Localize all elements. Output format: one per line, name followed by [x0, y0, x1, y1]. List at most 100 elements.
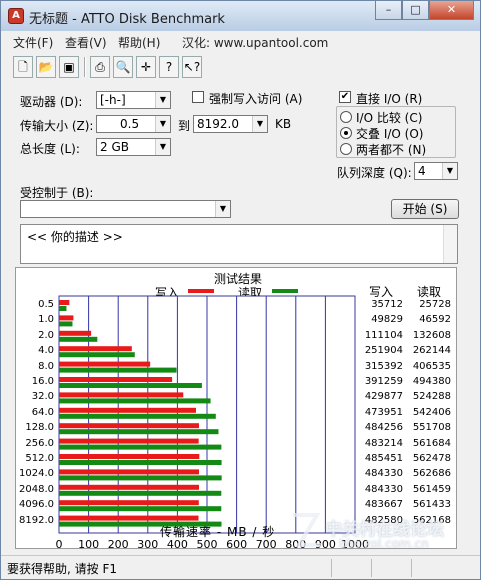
menu-file[interactable]: 文件(F)	[13, 34, 53, 51]
description-memo[interactable]: << 你的描述 >>	[20, 224, 458, 264]
write-value: 251904	[364, 345, 403, 357]
toolbar: 🗋 📂 ▣ ⎙ 🔍 ✛ ? ↖?	[1, 53, 480, 81]
drive-value: [-h-]	[100, 93, 126, 107]
read-bar	[59, 383, 202, 388]
minimize-button[interactable]: –	[375, 1, 402, 20]
read-value: 406535	[412, 360, 451, 372]
menu-help[interactable]: 帮助(H)	[118, 34, 160, 51]
start-button[interactable]: 开始 (S)	[391, 199, 459, 219]
transfer-to-select[interactable]: 8192.0 ▼	[193, 115, 268, 133]
status-separator	[371, 559, 372, 577]
menu-localize[interactable]: 汉化: www.upantool.com	[182, 34, 328, 51]
transfer-size-label: 8.0	[38, 360, 54, 372]
transfer-from-select[interactable]: 0.5 ▼	[96, 115, 171, 133]
total-length-label: 总长度 (L):	[20, 142, 80, 156]
chevron-down-icon: ▼	[442, 163, 457, 179]
print-preview-icon[interactable]: 🔍	[113, 56, 133, 78]
x-axis-title: 传输速率 - MB / 秒	[160, 525, 276, 539]
watermark-logo-icon	[293, 513, 321, 547]
write-value: 484330	[364, 468, 403, 480]
queue-depth-label: 队列深度 (Q):	[337, 166, 412, 180]
title-bar[interactable]: A 无标题 - ATTO Disk Benchmark – □ ✕	[1, 1, 480, 31]
transfer-size-label: 16.0	[31, 376, 54, 387]
read-value: 262144	[412, 345, 451, 357]
read-bar	[59, 413, 216, 419]
x-tick-label: 0	[55, 538, 63, 551]
write-bar	[59, 361, 151, 367]
open-folder-icon[interactable]: 📂	[36, 56, 56, 78]
controlled-by-select[interactable]: ▼	[20, 200, 231, 218]
close-button[interactable]: ✕	[429, 1, 474, 20]
read-value: 46592	[419, 314, 451, 326]
radio-none[interactable]	[340, 143, 352, 155]
write-value: 111104	[364, 329, 403, 341]
x-tick-label: 100	[78, 538, 100, 551]
read-value: 551708	[412, 422, 451, 434]
x-tick-label: 200	[107, 538, 129, 551]
description-text: << 你的描述 >>	[27, 230, 123, 244]
radio-overlap-label: 交叠 I/O (O)	[356, 127, 424, 141]
read-value: 561684	[412, 437, 451, 449]
read-value: 562686	[412, 468, 451, 480]
read-bar	[59, 336, 98, 342]
queue-depth-select[interactable]: 4 ▼	[414, 162, 458, 180]
transfer-size-label: 2.0	[38, 329, 54, 341]
read-value: 561459	[412, 483, 451, 495]
window-title: 无标题 - ATTO Disk Benchmark	[29, 12, 225, 27]
transfer-size-label: 4.0	[38, 345, 54, 357]
read-value: 562478	[412, 453, 451, 464]
drive-select[interactable]: [-h-] ▼	[96, 91, 171, 109]
read-value: 524288	[412, 391, 451, 403]
write-bar	[59, 469, 200, 475]
print-icon[interactable]: ⎙	[90, 56, 110, 78]
context-help-icon[interactable]: ↖?	[182, 56, 202, 78]
write-value: 429877	[364, 391, 403, 403]
queue-depth-value: 4	[418, 164, 426, 178]
read-bar	[59, 490, 222, 496]
transfer-size-label: 32.0	[31, 391, 54, 403]
radio-io-compare[interactable]	[340, 111, 352, 123]
chevron-down-icon: ▼	[155, 116, 170, 132]
read-bar	[59, 398, 211, 404]
read-bar	[59, 352, 135, 358]
write-bar	[59, 300, 70, 305]
radio-none-label: 两者都不 (N)	[356, 143, 427, 157]
write-value: 484330	[364, 483, 403, 495]
force-write-checkbox[interactable]	[192, 91, 204, 103]
status-separator	[411, 559, 412, 577]
read-value: 132608	[412, 329, 451, 341]
status-separator	[331, 559, 332, 577]
read-value: 542406	[412, 406, 451, 418]
direct-io-label: 直接 I/O (R)	[356, 92, 423, 106]
chevron-down-icon: ▼	[155, 92, 170, 108]
menu-view[interactable]: 查看(V)	[65, 34, 107, 51]
new-file-icon[interactable]: 🗋	[13, 56, 33, 78]
read-bar	[59, 429, 219, 435]
kb-label: KB	[275, 117, 292, 131]
write-bar	[59, 346, 132, 352]
write-value: 35712	[371, 299, 403, 310]
read-bar	[59, 460, 222, 465]
save-icon[interactable]: ▣	[59, 56, 79, 78]
write-bar	[59, 423, 199, 429]
transfer-size-label: 传输大小 (Z):	[20, 119, 94, 133]
x-tick-label: 300	[137, 538, 159, 551]
direct-io-checkbox[interactable]: ✔	[339, 91, 351, 103]
transfer-size-label: 8192.0	[19, 514, 54, 526]
help-icon[interactable]: ?	[159, 56, 179, 78]
radio-io-compare-label: I/O 比较 (C)	[356, 111, 423, 125]
total-length-value: 2 GB	[100, 140, 129, 154]
move-icon[interactable]: ✛	[136, 56, 156, 78]
read-bar	[59, 475, 222, 481]
read-bar	[59, 444, 222, 450]
read-value: 25728	[419, 299, 451, 310]
maximize-button[interactable]: □	[402, 1, 429, 20]
watermark-url: bbs.zol.com.cn	[339, 537, 429, 551]
total-length-select[interactable]: 2 GB ▼	[96, 138, 171, 156]
read-bar	[59, 367, 177, 373]
memo-scrollbar[interactable]	[443, 225, 457, 263]
transfer-size-label: 256.0	[25, 437, 54, 449]
radio-overlap[interactable]	[340, 127, 352, 139]
write-bar	[59, 377, 173, 382]
transfer-to-value: 8192.0	[197, 117, 239, 131]
